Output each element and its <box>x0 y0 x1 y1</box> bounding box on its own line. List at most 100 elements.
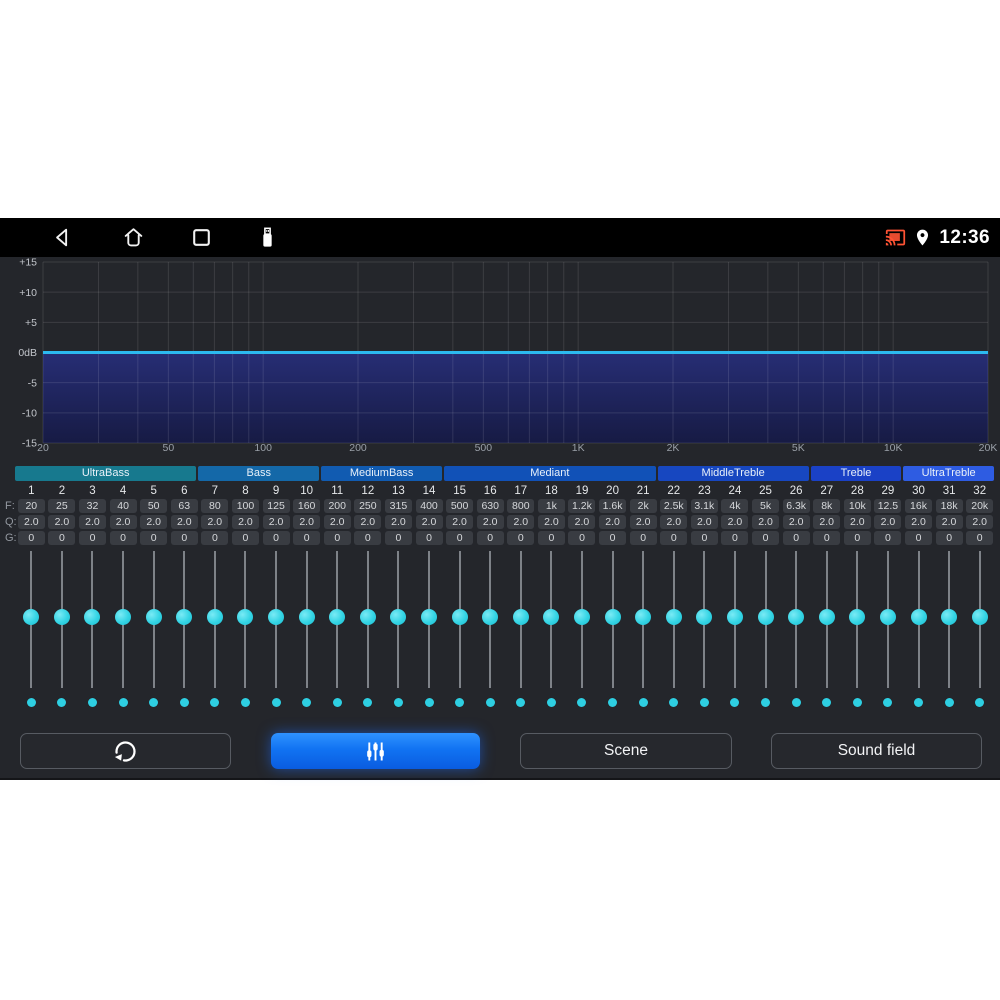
gain-slider[interactable] <box>475 549 506 715</box>
home-icon[interactable] <box>121 225 146 250</box>
gain-slider[interactable] <box>658 549 689 715</box>
band-gain-value: 0 <box>935 531 963 545</box>
slider-knob[interactable] <box>53 609 70 625</box>
slider-knob[interactable] <box>145 609 162 625</box>
slider-knob[interactable] <box>849 609 866 625</box>
slider-knob[interactable] <box>421 609 438 625</box>
gain-slider[interactable] <box>750 549 781 715</box>
band-column: 15 500 2.0 0 <box>444 483 475 547</box>
gain-slider[interactable] <box>903 549 934 715</box>
gain-slider[interactable] <box>811 549 842 715</box>
sound-field-button[interactable]: Sound field <box>771 733 982 769</box>
band-number: 22 <box>667 485 681 497</box>
slider-min-dot <box>546 698 556 707</box>
slider-knob[interactable] <box>604 609 621 625</box>
band-gain-value: 0 <box>721 531 749 545</box>
slider-knob[interactable] <box>329 609 346 625</box>
gain-slider[interactable] <box>108 549 139 715</box>
slider-knob[interactable] <box>543 609 560 625</box>
slider-knob[interactable] <box>879 609 896 625</box>
slider-min-dot <box>332 698 342 707</box>
slider-knob[interactable] <box>910 609 927 625</box>
svg-text:2K: 2K <box>667 442 680 454</box>
band-number: 18 <box>544 485 558 497</box>
band-column: 31 18k 2.0 0 <box>934 483 965 547</box>
band-group-mediumbass: MediumBass <box>321 466 443 481</box>
slider-knob[interactable] <box>665 609 682 625</box>
gain-slider[interactable] <box>138 549 169 715</box>
band-number: 2 <box>58 485 66 497</box>
slider-knob[interactable] <box>298 609 315 625</box>
slider-knob[interactable] <box>635 609 652 625</box>
gain-slider[interactable] <box>567 549 598 715</box>
band-q-value: 2.0 <box>507 515 535 529</box>
slider-min-dot <box>393 698 403 707</box>
gain-slider[interactable] <box>230 549 261 715</box>
slider-knob[interactable] <box>512 609 529 625</box>
slider-knob[interactable] <box>451 609 468 625</box>
slider-knob[interactable] <box>788 609 805 625</box>
gain-slider[interactable] <box>934 549 965 715</box>
slider-knob[interactable] <box>757 609 774 625</box>
band-q-value: 2.0 <box>201 515 229 529</box>
slider-knob[interactable] <box>206 609 223 625</box>
band-frequency-value: 80 <box>201 499 229 513</box>
gain-slider[interactable] <box>842 549 873 715</box>
slider-knob[interactable] <box>84 609 101 625</box>
band-frequency-value: 400 <box>415 499 443 513</box>
slider-knob[interactable] <box>573 609 590 625</box>
slider-knob[interactable] <box>359 609 376 625</box>
gain-slider[interactable] <box>720 549 751 715</box>
reset-button[interactable] <box>20 733 231 769</box>
slider-knob[interactable] <box>23 609 40 625</box>
gain-slider[interactable] <box>506 549 537 715</box>
slider-knob[interactable] <box>941 609 958 625</box>
slider-knob[interactable] <box>482 609 499 625</box>
slider-knob[interactable] <box>696 609 713 625</box>
clock: 12:36 <box>939 226 990 248</box>
gain-slider[interactable] <box>873 549 904 715</box>
slider-knob[interactable] <box>115 609 132 625</box>
svg-text:500: 500 <box>475 442 493 454</box>
gain-slider[interactable] <box>628 549 659 715</box>
band-gain-value: 0 <box>78 531 106 545</box>
gain-slider[interactable] <box>47 549 78 715</box>
gain-slider[interactable] <box>322 549 353 715</box>
slider-knob[interactable] <box>818 609 835 625</box>
gain-slider[interactable] <box>261 549 292 715</box>
gain-slider[interactable] <box>77 549 108 715</box>
gain-slider[interactable] <box>597 549 628 715</box>
slider-knob[interactable] <box>971 609 988 625</box>
gain-slider[interactable] <box>383 549 414 715</box>
band-q-value: 2.0 <box>140 515 168 529</box>
gain-slider[interactable] <box>200 549 231 715</box>
slider-knob[interactable] <box>726 609 743 625</box>
svg-text:-5: -5 <box>28 377 37 389</box>
band-frequency-value: 200 <box>323 499 351 513</box>
slider-knob[interactable] <box>176 609 193 625</box>
scene-button[interactable]: Scene <box>520 733 732 769</box>
band-number: 28 <box>850 485 864 497</box>
band-column: 12 250 2.0 0 <box>353 483 384 547</box>
band-column: 11 200 2.0 0 <box>322 483 353 547</box>
equalizer-button[interactable] <box>271 733 480 769</box>
gain-slider[interactable] <box>16 549 47 715</box>
slider-knob[interactable] <box>390 609 407 625</box>
band-gain-value: 0 <box>782 531 810 545</box>
gain-slider[interactable] <box>169 549 200 715</box>
gain-slider[interactable] <box>964 549 995 715</box>
gain-slider[interactable] <box>444 549 475 715</box>
recents-icon[interactable] <box>189 225 214 250</box>
slider-knob[interactable] <box>268 609 285 625</box>
gain-slider[interactable] <box>291 549 322 715</box>
band-column: 30 16k 2.0 0 <box>903 483 934 547</box>
gain-slider[interactable] <box>781 549 812 715</box>
gain-slider[interactable] <box>689 549 720 715</box>
slider-min-dot <box>638 698 648 707</box>
gain-slider[interactable] <box>414 549 445 715</box>
gain-slider[interactable] <box>536 549 567 715</box>
band-frequency-value: 25 <box>48 499 76 513</box>
back-icon[interactable] <box>50 225 75 250</box>
slider-knob[interactable] <box>237 609 254 625</box>
gain-slider[interactable] <box>353 549 384 715</box>
